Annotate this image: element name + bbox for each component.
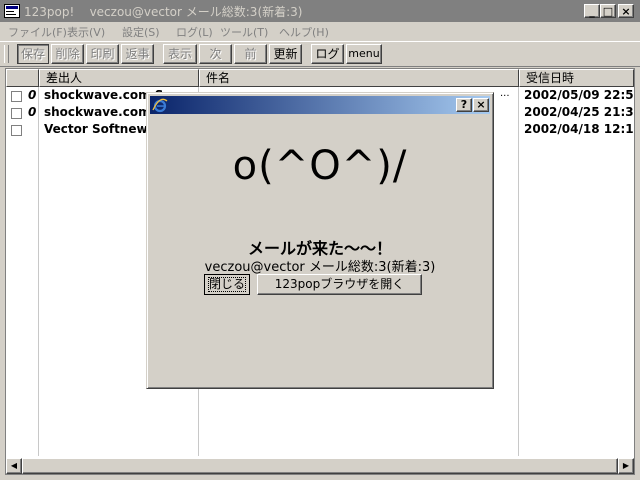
attachment-icon: 0 (28, 105, 37, 119)
menu-tools[interactable]: ツール(T) (220, 24, 268, 40)
list-header: 差出人 件名 受信日時 (6, 69, 634, 87)
mail-status: veczou@vector メール総数:3(新着:3) (204, 260, 436, 275)
scroll-right-button[interactable]: ▶ (618, 458, 634, 474)
close-dialog-button[interactable]: 閉じる (204, 274, 250, 295)
save-button[interactable]: 保存 (17, 44, 49, 64)
app-icon (4, 4, 20, 18)
column-divider (38, 87, 39, 456)
emoticon-face: o(^O^)/ (232, 143, 408, 189)
open-browser-button[interactable]: 123popブラウザを開く (257, 274, 422, 295)
new-mail-dialog: ? × o(^O^)/ メールが来た～～！ veczou@vector メール総… (146, 92, 494, 389)
help-button[interactable]: ? (456, 98, 472, 112)
column-header-date[interactable]: 受信日時 (519, 69, 634, 87)
close-dialog-label: 閉じる (208, 277, 246, 292)
maximize-button[interactable]: □ (600, 4, 616, 18)
print-button[interactable]: 印刷 (86, 44, 119, 64)
show-button[interactable]: 表示 (163, 44, 197, 64)
dialog-close-button[interactable]: × (473, 98, 489, 112)
main-title-bar[interactable]: 123pop! veczou@vector メール総数:3(新着:3) _ □ … (0, 0, 640, 22)
minimize-button[interactable]: _ (584, 4, 600, 18)
column-header-flags[interactable] (6, 69, 39, 87)
menu-view[interactable]: 表示(V) (67, 24, 105, 40)
column-divider (518, 87, 519, 456)
delete-button[interactable]: 削除 (51, 44, 84, 64)
window-title: 123pop! veczou@vector メール総数:3(新着:3) (24, 5, 303, 19)
next-button[interactable]: 次 (199, 44, 232, 64)
column-header-sender[interactable]: 差出人 (39, 69, 199, 87)
menu-settings[interactable]: 設定(S) (122, 24, 160, 40)
reply-button[interactable]: 返事 (121, 44, 154, 64)
update-button[interactable]: 更新 (269, 44, 302, 64)
browser-icon (152, 98, 168, 113)
menu-bar: ファイル(F) 表示(V) 設定(S) ログ(L) ツール(T) ヘルプ(H) (0, 22, 640, 40)
menu-log[interactable]: ログ(L) (176, 24, 213, 40)
close-button[interactable]: × (618, 4, 634, 18)
scroll-left-button[interactable]: ◀ (6, 458, 22, 474)
dialog-title-bar[interactable]: ? × (150, 96, 490, 114)
prev-button[interactable]: 前 (234, 44, 267, 64)
row-date: 2002/05/09 22:55: (524, 88, 634, 102)
row-checkbox[interactable] (11, 125, 22, 136)
row-subject-overflow: ... (500, 88, 510, 99)
row-checkbox[interactable] (11, 91, 22, 102)
toolbar: 保存 削除 印刷 返事 表示 次 前 更新 ログ menu (0, 41, 640, 67)
log-button[interactable]: ログ (311, 44, 344, 64)
row-date: 2002/04/18 12:14: (524, 122, 634, 136)
toolbar-grip[interactable] (4, 45, 9, 63)
scroll-thumb[interactable] (22, 458, 618, 474)
menu-help[interactable]: ヘルプ(H) (279, 24, 329, 40)
menu-button[interactable]: menu (346, 44, 382, 64)
menu-file[interactable]: ファイル(F) (8, 24, 67, 40)
column-header-subject[interactable]: 件名 (199, 69, 519, 87)
row-checkbox[interactable] (11, 108, 22, 119)
attachment-icon: 0 (28, 88, 37, 102)
horizontal-scrollbar[interactable]: ◀ ▶ (6, 458, 634, 474)
row-date: 2002/04/25 21:34: (524, 105, 634, 119)
